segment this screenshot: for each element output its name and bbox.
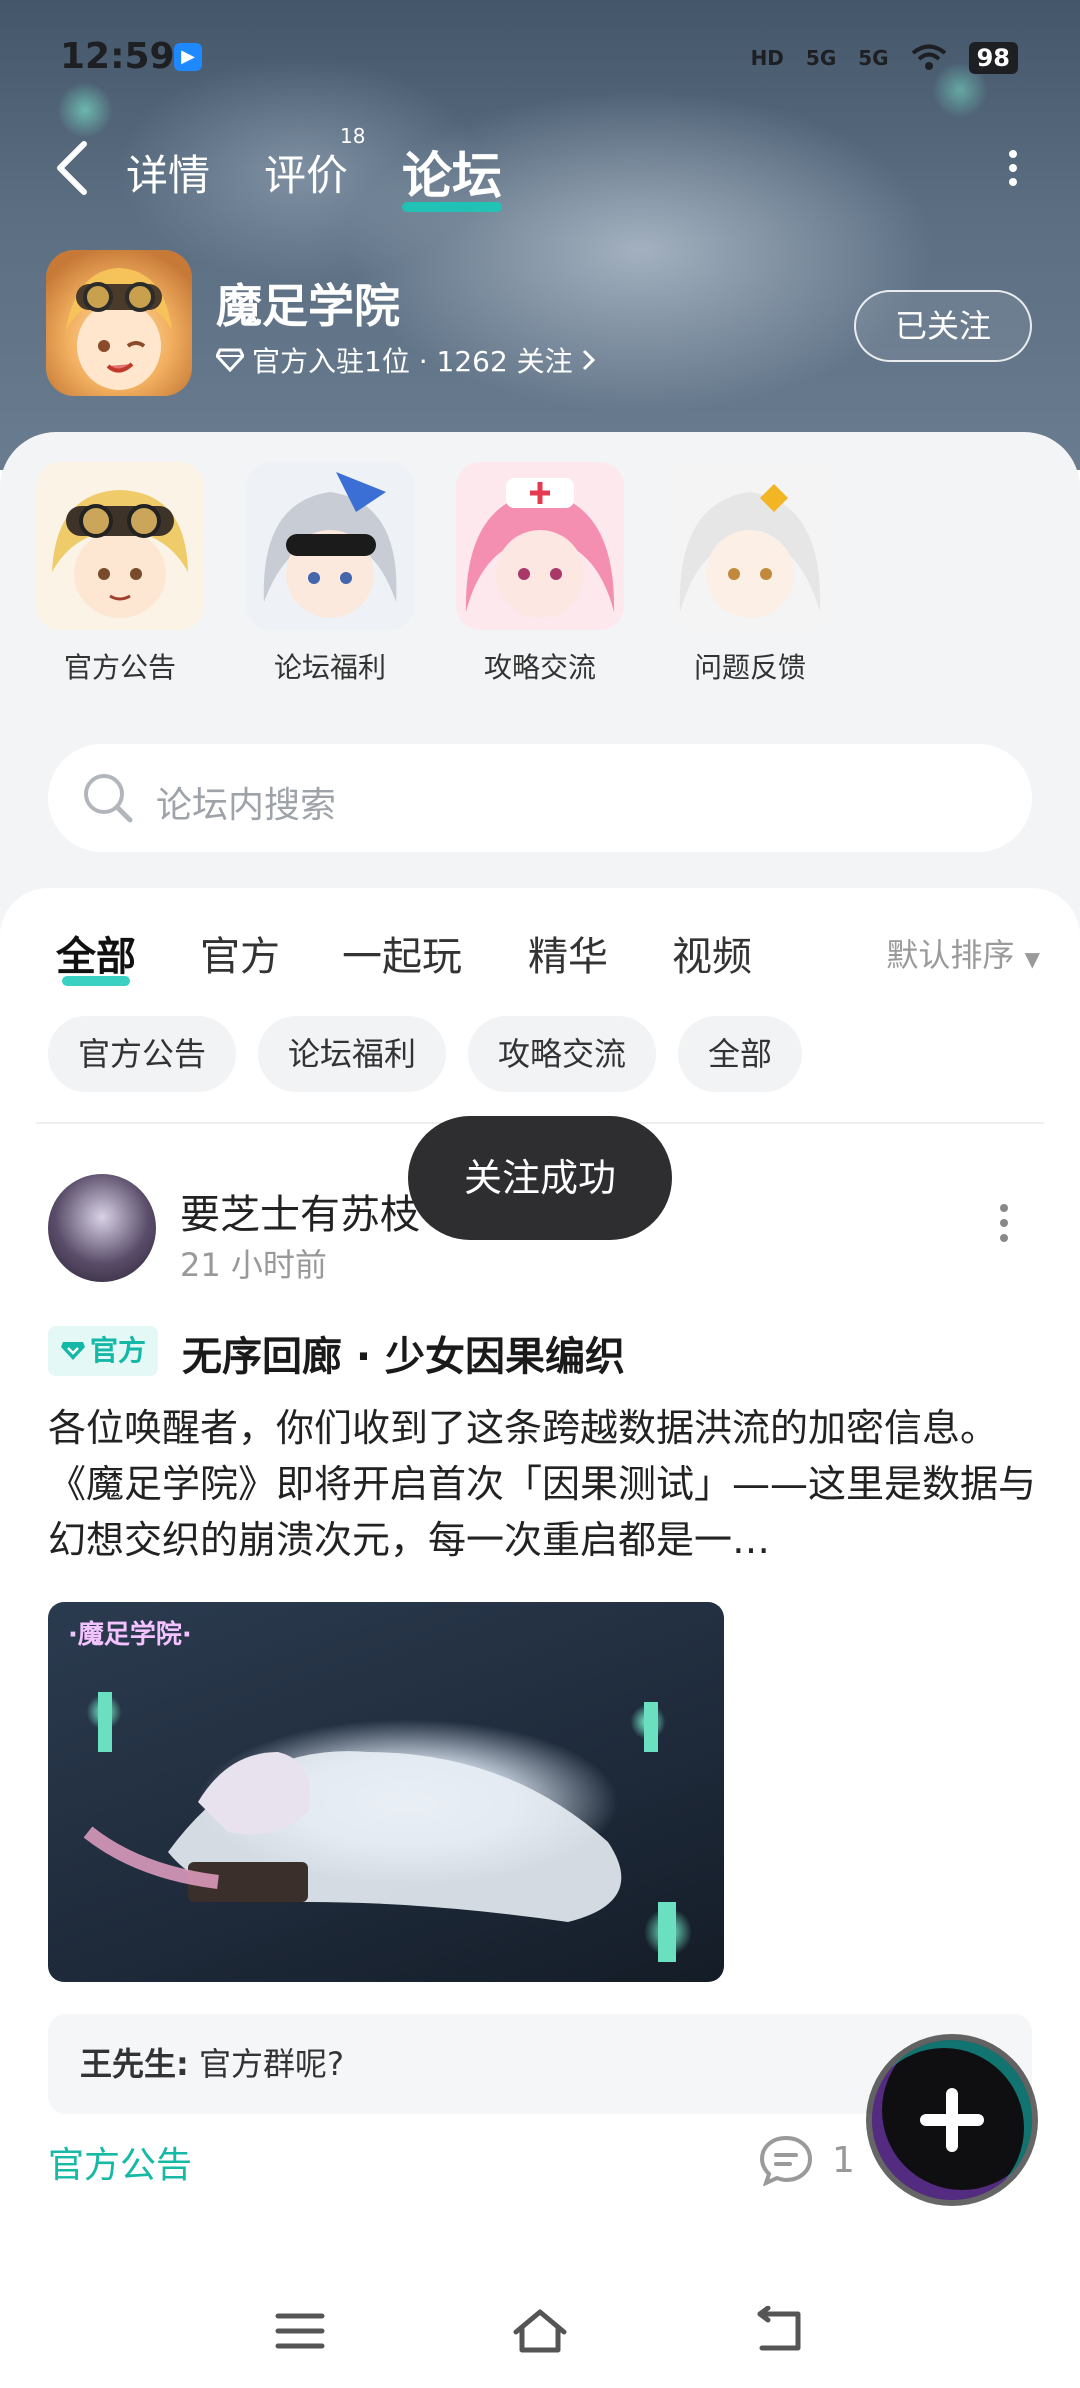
game-icon[interactable] [46,250,192,396]
chip-official-announcement[interactable]: 官方公告 [48,1016,237,1092]
chip-guide-exchange[interactable]: 攻略交流 [468,1016,657,1092]
active-tab-underline [402,202,502,212]
post-image[interactable]: ·魔足学院· [48,1602,724,1982]
game-title: 魔足学院 [216,279,400,333]
official-badge: 官方 [48,1326,159,1376]
more-options-icon[interactable] [1006,150,1020,190]
category-chips: 官方公告 论坛福利 攻略交流 全部 [48,1016,803,1092]
benefits-avatar-icon [246,462,414,630]
comment-icon [759,2135,813,2186]
battery-level: 98 [968,42,1018,74]
feed-tab-official[interactable]: 官方 [200,924,280,982]
signal-5g-1: 5G [805,46,837,70]
section-label: 官方公告 [63,651,176,684]
section-label: 攻略交流 [483,651,596,684]
feed-tab-play-together[interactable]: 一起玩 [342,924,462,982]
game-subtitle[interactable]: 官方入驻1位 · 1262 关注 [216,340,597,380]
signal-5g-2: 5G [858,46,889,70]
feed-tab-label: 全部 [56,934,136,980]
caret-down-icon: ▼ [1024,947,1040,971]
chevron-right-icon [582,349,595,371]
feed-tabs: 全部 官方 一起玩 精华 视频 默认排序 ▼ [0,924,1080,1004]
feedback-avatar-icon [666,462,834,630]
tab-forum-label: 论坛 [402,147,502,205]
post-time: 21 小时前 [180,1246,327,1284]
status-bar: 12:59 ▶ HD 5G 5G 98 [0,0,1080,110]
section-official-announcement[interactable]: 官方公告 [20,462,220,686]
feed-tab-featured[interactable]: 精华 [528,924,608,982]
post-title[interactable]: 无序回廊 · 少女因果编织 [182,1324,625,1382]
announcement-avatar-icon [36,462,204,630]
sort-label: 默认排序 [886,936,1015,974]
feed-tab-video[interactable]: 视频 [672,924,752,982]
top-nav: 详情 评价 18 论坛 [0,120,1080,220]
comment-count: 1 [832,2139,855,2181]
status-time: 12:59 [60,36,175,77]
tab-forum[interactable]: 论坛 [402,136,502,212]
wifi-icon [911,44,946,70]
heart-badge-icon [61,1342,85,1360]
status-indicators: HD 5G 5G 98 [751,42,1018,74]
search-placeholder: 论坛内搜索 [156,785,337,826]
follower-info: 官方入驻1位 · 1262 关注 [252,345,573,378]
home-icon[interactable] [510,2306,570,2356]
new-post-button[interactable] [872,2040,1032,2200]
diamond-icon [216,348,244,372]
back-nav-icon[interactable] [750,2306,810,2356]
app-notification-icon: ▶ [174,43,202,71]
sort-dropdown[interactable]: 默认排序 ▼ [886,930,1040,976]
illustration [83,1692,676,1962]
section-shortcuts: 官方公告 论坛福利 攻略交流 问题反馈 [0,462,1080,684]
section-guide-exchange[interactable]: 攻略交流 [440,462,640,686]
search-icon [84,774,133,823]
post-more-icon[interactable] [998,1204,1010,1248]
comment-author: 王先生: [80,2045,189,2083]
author-name[interactable]: 要芝士有苏枝 [180,1182,420,1240]
chip-all[interactable]: 全部 [678,1016,803,1092]
hd-badge: HD [750,46,784,70]
official-badge-label: 官方 [90,1334,147,1367]
post-card[interactable]: 要芝士有苏枝 21 小时前 官方 无序回廊 · 少女因果编织 各位唤醒者，你们收… [0,1142,1080,2186]
plus-icon-vertical [946,2088,958,2152]
tab-details[interactable]: 详情 [126,142,210,203]
section-forum-benefits[interactable]: 论坛福利 [230,462,430,686]
back-icon[interactable] [48,138,98,198]
comment-button[interactable]: 1 [758,2134,855,2186]
section-label: 问题反馈 [693,651,806,684]
feed-tab-all[interactable]: 全部 [56,924,136,986]
author-avatar[interactable] [48,1174,156,1282]
forum-search[interactable]: 论坛内搜索 [48,744,1032,852]
active-tab-underline [62,976,130,986]
post-tag[interactable]: 官方公告 [48,2136,192,2188]
app-header: 12:59 ▶ HD 5G 5G 98 详情 评价 18 论坛 魔足学院 官方入… [0,0,1080,470]
post-body[interactable]: 各位唤醒者，你们收到了这条跨越数据洪流的加密信息。《魔足学院》即将开启首次「因果… [48,1400,1038,1568]
comment-text: 官方群呢? [198,2045,344,2083]
system-navigation-bar [0,2270,1080,2388]
section-feedback[interactable]: 问题反馈 [650,462,850,686]
section-label: 论坛福利 [273,651,386,684]
tab-reviews[interactable]: 评价 [264,142,348,203]
guide-avatar-icon [456,462,624,630]
follow-button[interactable]: 已关注 [854,290,1032,362]
chip-forum-benefits[interactable]: 论坛福利 [258,1016,447,1092]
toast-message: 关注成功 [408,1116,672,1240]
review-count-badge: 18 [340,124,366,148]
menu-icon[interactable] [270,2306,330,2356]
